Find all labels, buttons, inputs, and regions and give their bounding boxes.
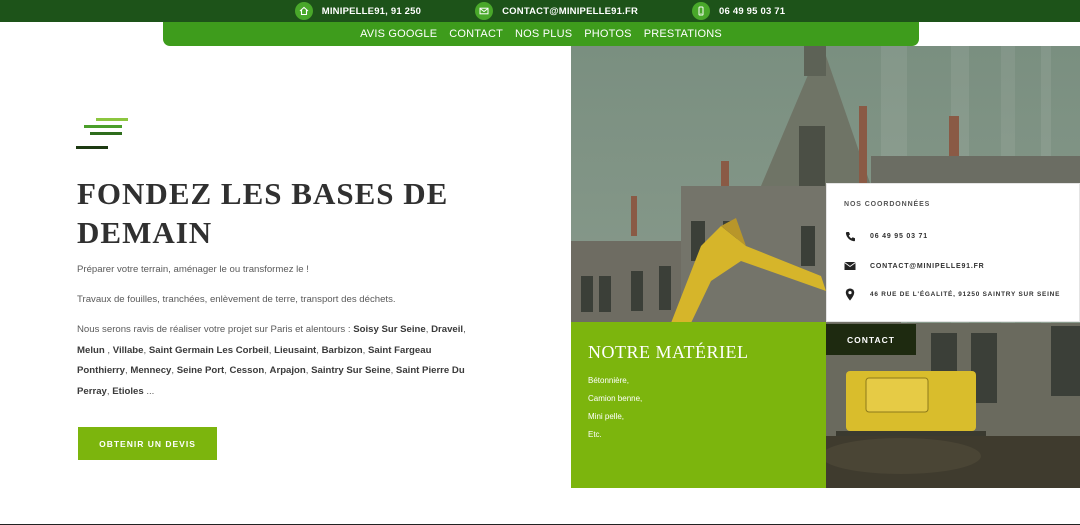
place-name: Villabe [112,344,144,356]
phone-icon [692,2,711,20]
hero-paragraph-2: Travaux de fouilles, tranchées, enlèveme… [77,294,396,305]
location-pin-icon [844,288,856,300]
hero-paragraph-3: Nous serons ravis de réaliser votre proj… [77,324,466,397]
nav-avis-google[interactable]: AVIS GOOGLE [360,28,437,40]
hero-title-line1: FONDEZ LES BASES DE [77,176,449,211]
main-nav: AVIS GOOGLE CONTACT NOS PLUS PHOTOS PRES… [163,22,919,46]
place-name: Arpajon [269,365,306,376]
place-name: Saintry Sur Seine [311,365,391,376]
place-name: Lieusaint [274,344,317,356]
hero-title-line2: DEMAIN [77,215,213,250]
topbar-location-text: MINIPELLE91, 91 250 [321,5,422,17]
place-name: Draveil [431,324,464,335]
contact-phone-text[interactable]: 06 49 95 03 71 [870,233,928,240]
contact-address-row: 46 RUE DE L'ÉGALITÉ, 91250 SAINTRY SUR S… [844,288,1060,300]
hero-title: FONDEZ LES BASES DE DEMAIN [77,174,497,252]
equipment-title: NOTRE MATÉRIEL [588,342,749,362]
contact-button[interactable]: CONTACT [826,324,916,355]
nav-nos-plus[interactable]: NOS PLUS [515,28,572,40]
hero-paragraph-3-end: ... [143,385,155,397]
contact-address-text: 46 RUE DE L'ÉGALITÉ, 91250 SAINTRY SUR S… [870,290,1061,298]
place-name: Soisy Sur Seine [353,324,426,335]
place-name: Barbizon [321,344,363,356]
contact-email-text[interactable]: CONTACT@MINIPELLE91.FR [870,263,985,270]
contact-details-card: NOS COORDONNÉES 06 49 95 03 71 CONTACT@M… [826,183,1080,322]
decorative-lines-icon [76,118,128,149]
place-name: Etioles [112,385,144,397]
contact-details-title: NOS COORDONNÉES [844,201,931,208]
topbar-phone[interactable]: 06 49 95 03 71 [692,2,785,20]
phone-icon [844,230,856,242]
topbar-location: MINIPELLE91, 91 250 [294,2,422,20]
contact-phone-row[interactable]: 06 49 95 03 71 [844,230,928,242]
equipment-item: Camion benne, [588,394,643,403]
hero-paragraph-3-intro: Nous serons ravis de réaliser votre proj… [77,324,354,335]
equipment-item: Mini pelle, [588,412,625,421]
place-name: Seine Port [176,365,225,376]
mail-icon [475,2,494,20]
mail-icon [844,260,856,272]
home-icon [294,2,313,20]
nav-photos[interactable]: PHOTOS [584,28,631,40]
topbar-email-text[interactable]: CONTACT@MINIPELLE91.FR [502,6,638,17]
top-contact-bar: MINIPELLE91, 91 250 CONTACT@MINIPELLE91.… [0,0,1080,22]
equipment-panel: NOTRE MATÉRIEL Bétonnière, Camion benne,… [571,322,826,488]
hero-paragraph-1: Préparer votre terrain, aménager le ou t… [77,264,309,275]
get-quote-button[interactable]: OBTENIR UN DEVIS [78,427,217,460]
topbar-phone-text[interactable]: 06 49 95 03 71 [719,6,785,17]
contact-email-row[interactable]: CONTACT@MINIPELLE91.FR [844,260,985,272]
place-name: Cesson [229,365,265,376]
nav-prestations[interactable]: PRESTATIONS [644,28,722,40]
topbar-email[interactable]: CONTACT@MINIPELLE91.FR [475,2,638,20]
place-name: Melun [77,344,105,356]
equipment-item: Bétonnière, [588,376,629,385]
place-name: Saint Germain Les Corbeil [148,344,269,356]
nav-contact[interactable]: CONTACT [449,28,503,40]
equipment-item: Etc. [588,430,602,439]
place-name: Mennecy [130,365,172,376]
